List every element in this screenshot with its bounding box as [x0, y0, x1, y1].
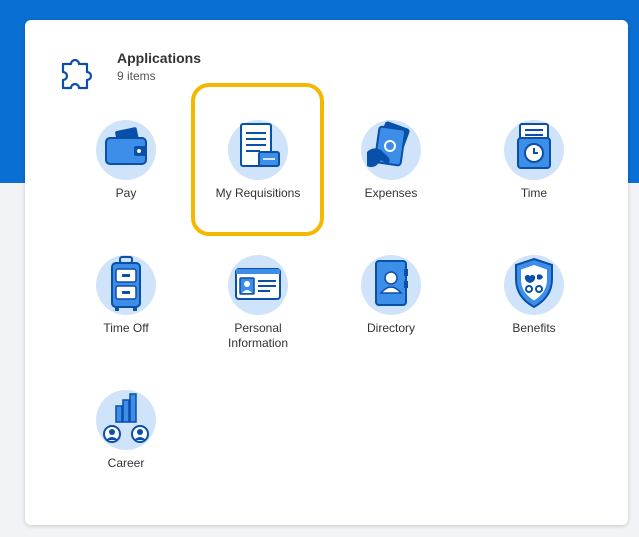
app-label: Personal Information: [227, 321, 289, 350]
app-label: Time Off: [103, 321, 149, 335]
shield-icon: [504, 255, 564, 315]
luggage-icon: [96, 255, 156, 315]
app-label: Benefits: [512, 321, 556, 335]
app-career[interactable]: Career: [61, 388, 191, 471]
wallet-icon: [96, 120, 156, 180]
app-time[interactable]: Time: [469, 118, 599, 201]
career-ladder-icon: [96, 390, 156, 450]
app-personal-information[interactable]: Personal Information: [193, 253, 323, 351]
app-label: Directory: [366, 321, 415, 335]
id-card-icon: [228, 255, 288, 315]
hand-cash-icon: [361, 120, 421, 180]
app-directory[interactable]: Directory: [326, 253, 456, 336]
app-pay[interactable]: Pay: [61, 118, 191, 201]
app-label: Career: [107, 456, 145, 470]
item-count: 9 items: [117, 69, 156, 83]
app-time-off[interactable]: Time Off: [61, 253, 191, 336]
app-label: Time: [520, 186, 548, 200]
applications-card: Applications 9 items Pay My Requisitions: [25, 20, 628, 525]
puzzle-piece-icon: [61, 58, 93, 90]
section-title: Applications: [117, 50, 202, 66]
app-benefits[interactable]: Benefits: [469, 253, 599, 336]
clock-calendar-icon: [504, 120, 564, 180]
app-label: Expenses: [364, 186, 418, 200]
app-expenses[interactable]: Expenses: [326, 118, 456, 201]
app-label: Pay: [115, 186, 137, 200]
address-book-icon: [361, 255, 421, 315]
selection-highlight: [191, 83, 324, 236]
